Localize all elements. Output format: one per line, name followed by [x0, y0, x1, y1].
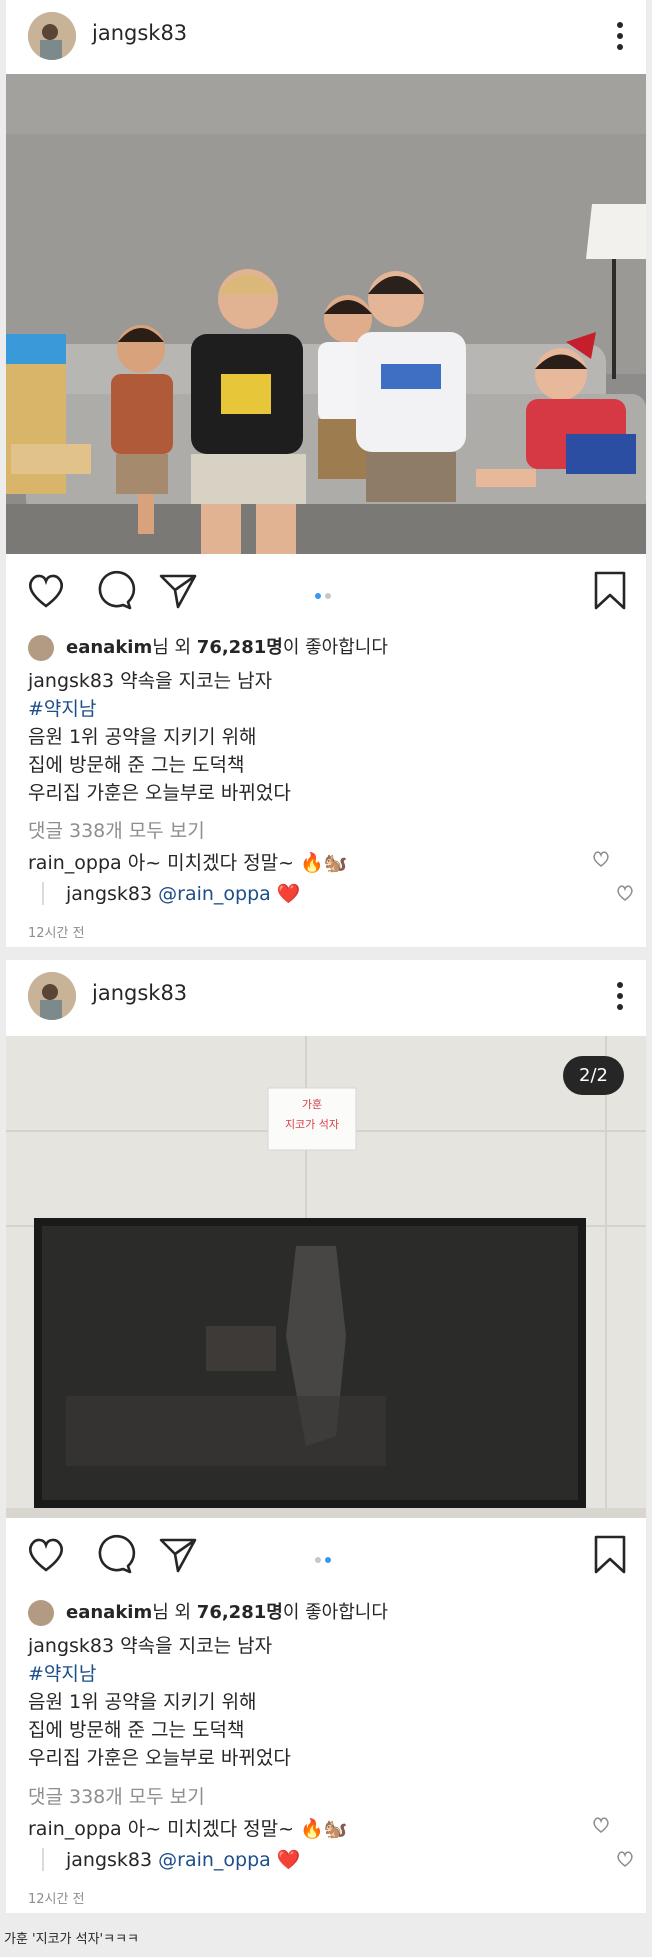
post-header: jangsk83 [6, 0, 646, 74]
small-heart-icon[interactable] [592, 1816, 610, 1834]
view-all-comments[interactable]: 댓글 338개 모두 보기 [28, 1782, 205, 1809]
carousel-counter: 2/2 [563, 1056, 624, 1095]
post-photo[interactable]: 가훈 지코가 석자 2/2 [6, 1036, 646, 1518]
comment-icon[interactable] [92, 568, 136, 612]
comment-text: 아~ 미치겠다 정말~ 🔥🐿️ [121, 1818, 348, 1840]
caption-user[interactable]: jangsk83 [28, 670, 114, 692]
reply-mention[interactable]: @rain_oppa [158, 883, 271, 905]
heart-icon[interactable] [24, 568, 68, 612]
share-icon[interactable] [156, 1532, 200, 1576]
view-all-comments[interactable]: 댓글 338개 모두 보기 [28, 816, 205, 843]
small-heart-icon[interactable] [616, 884, 634, 902]
comment-icon[interactable] [92, 1532, 136, 1576]
likes-count[interactable]: 76,281명 [197, 1602, 283, 1623]
reply-emoji: ❤️ [270, 883, 301, 905]
post-time: 12시간 전 [28, 926, 85, 941]
footer-caption: 가훈 '지코가 석자'ㅋㅋㅋ [4, 1932, 140, 1947]
likes-line[interactable]: eanakim님 외 76,281명이 좋아합니다 [28, 633, 388, 665]
reply: jangsk83 @rain_oppa ❤️ [42, 882, 652, 905]
carousel-dot [315, 1557, 321, 1563]
caption-user[interactable]: jangsk83 [28, 1635, 114, 1657]
heart-icon[interactable] [24, 1532, 68, 1576]
comment-text: 아~ 미치겠다 정말~ 🔥🐿️ [121, 852, 348, 874]
comment-user[interactable]: rain_oppa [28, 852, 122, 874]
caption-line: 음원 1위 공약을 지키기 위해 [28, 1691, 257, 1713]
liker-name[interactable]: eanakim [66, 637, 152, 658]
avatar[interactable] [28, 12, 76, 60]
action-bar [6, 568, 646, 620]
reply-user[interactable]: jangsk83 [66, 1849, 152, 1871]
sign-text-line-2: 지코가 석자 [285, 1118, 339, 1131]
caption-line: 집에 방문해 준 그는 도덕책 [28, 754, 245, 776]
caption-line: 우리집 가훈은 오늘부로 바뀌었다 [28, 1747, 291, 1769]
carousel-dot [325, 1557, 331, 1563]
reply-emoji: ❤️ [270, 1849, 301, 1871]
post-2: jangsk83 가훈 지코가 석자 2/2 eanakim님 외 76,281… [6, 960, 646, 1913]
liker-name[interactable]: eanakim [66, 1602, 152, 1623]
caption: jangsk83 약속을 지코는 남자 #약지남 음원 1위 공약을 지키기 위… [28, 667, 291, 807]
small-heart-icon[interactable] [592, 850, 610, 868]
likes-text: 님 외 [152, 637, 197, 658]
likes-text: 이 좋아합니다 [282, 1602, 388, 1623]
more-vertical-icon[interactable] [614, 20, 626, 50]
caption-text: 약속을 지코는 남자 [114, 670, 273, 692]
sign-text-line-1: 가훈 [302, 1098, 322, 1111]
hashtag[interactable]: #약지남 [28, 695, 291, 723]
bookmark-icon[interactable] [588, 568, 632, 612]
post-username[interactable]: jangsk83 [92, 21, 187, 45]
bookmark-icon[interactable] [588, 1532, 632, 1576]
comment: rain_oppa 아~ 미치겠다 정말~ 🔥🐿️ [28, 1814, 628, 1841]
caption-line: 음원 1위 공약을 지키기 위해 [28, 726, 257, 748]
post-1: jangsk83 eanakim님 외 76,281명이 좋아합니다 jangs… [6, 0, 646, 947]
reply-user[interactable]: jangsk83 [66, 883, 152, 905]
post-username[interactable]: jangsk83 [92, 981, 187, 1005]
avatar[interactable] [28, 972, 76, 1020]
comment-user[interactable]: rain_oppa [28, 1818, 122, 1840]
post-header: jangsk83 [6, 960, 646, 1034]
post-photo[interactable] [6, 74, 646, 554]
reply-mention[interactable]: @rain_oppa [158, 1849, 271, 1871]
liker-avatar [28, 1600, 54, 1626]
post-time: 12시간 전 [28, 1892, 85, 1907]
carousel-dot [315, 593, 321, 599]
carousel-dots [313, 1548, 343, 1563]
caption: jangsk83 약속을 지코는 남자 #약지남 음원 1위 공약을 지키기 위… [28, 1632, 291, 1772]
more-vertical-icon[interactable] [614, 980, 626, 1010]
likes-count[interactable]: 76,281명 [197, 637, 283, 658]
share-icon[interactable] [156, 568, 200, 612]
likes-text: 님 외 [152, 1602, 197, 1623]
likes-line[interactable]: eanakim님 외 76,281명이 좋아합니다 [28, 1598, 388, 1630]
reply: jangsk83 @rain_oppa ❤️ [42, 1848, 652, 1871]
caption-line: 우리집 가훈은 오늘부로 바뀌었다 [28, 782, 291, 804]
liker-avatar [28, 635, 54, 661]
small-heart-icon[interactable] [616, 1850, 634, 1868]
comment: rain_oppa 아~ 미치겠다 정말~ 🔥🐿️ [28, 848, 628, 875]
carousel-dot [325, 593, 331, 599]
likes-text: 이 좋아합니다 [282, 637, 388, 658]
action-bar [6, 1532, 646, 1584]
caption-line: 집에 방문해 준 그는 도덕책 [28, 1719, 245, 1741]
hashtag[interactable]: #약지남 [28, 1660, 291, 1688]
caption-text: 약속을 지코는 남자 [114, 1635, 273, 1657]
carousel-dots [313, 584, 343, 599]
